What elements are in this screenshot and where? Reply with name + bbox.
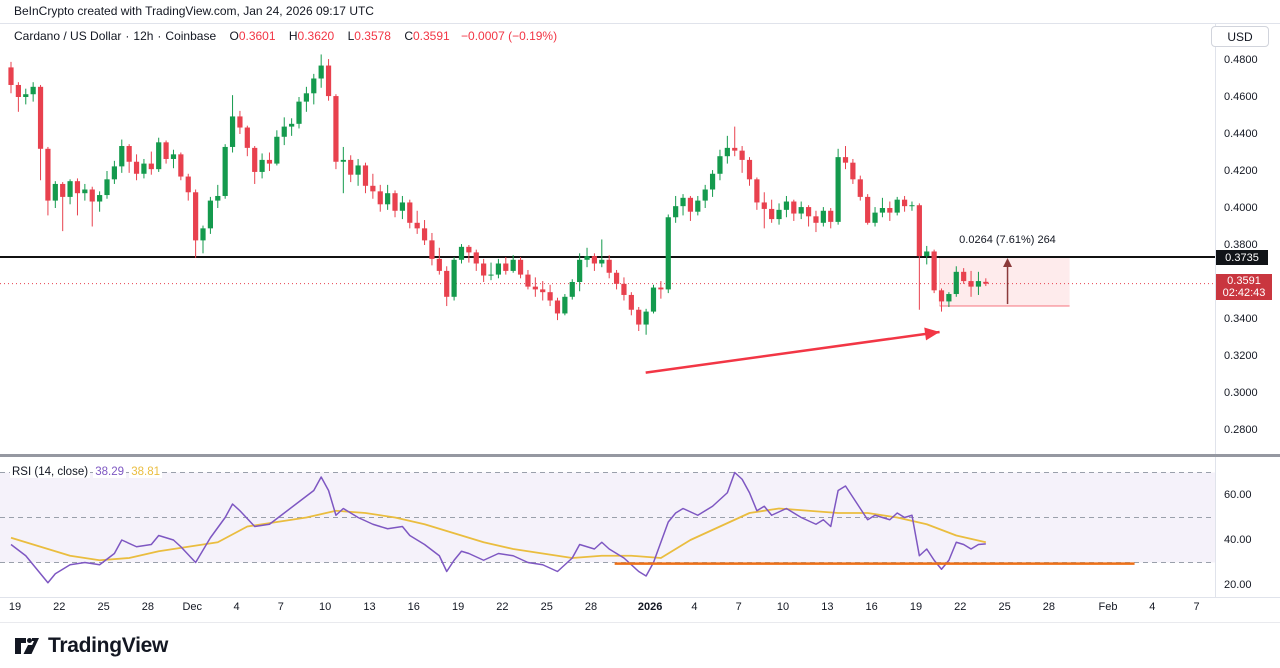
symbol-legend: Cardano / US Dollar · 12h · Coinbase O0.3601… [14, 29, 557, 43]
time-tick: 4 [691, 601, 697, 613]
price-tick: 0.4800 [1224, 54, 1258, 66]
tradingview-logo-icon [14, 635, 40, 657]
rsi-axis-tick: 40.00 [1224, 534, 1252, 546]
ohlc-open: O0.3601 [229, 29, 275, 43]
price-change: −0.0007 (−0.19%) [461, 29, 557, 43]
time-tick: 16 [866, 601, 878, 613]
tradingview-logo-link[interactable]: TradingView [14, 634, 168, 658]
time-tick: 7 [278, 601, 284, 613]
price-tick: 0.4600 [1224, 91, 1258, 103]
ohlc-close: C0.3591 [404, 29, 449, 43]
time-tick: 19 [452, 601, 464, 613]
time-tick: 7 [1194, 601, 1200, 613]
time-tick: 28 [142, 601, 154, 613]
resistance-price-label: 0.3735 [1216, 250, 1268, 265]
price-tick: 0.2800 [1224, 424, 1258, 436]
bar-countdown: 02:42:43 [1216, 287, 1272, 299]
price-tick: 0.4000 [1224, 202, 1258, 214]
ohlc-low: L0.3578 [348, 29, 391, 43]
time-tick: 7 [736, 601, 742, 613]
price-tick: 0.4400 [1224, 128, 1258, 140]
last-price-label: 0.3591 02:42:43 [1216, 274, 1272, 300]
price-tick: 0.3000 [1224, 387, 1258, 399]
rsi-value: 38.29 [93, 466, 126, 478]
symbol-title: Cardano / US Dollar [14, 29, 121, 43]
last-price-value: 0.3591 [1216, 275, 1272, 287]
price-tick: 0.3400 [1224, 313, 1258, 325]
price-axis[interactable]: 0.48000.46000.44000.42000.40000.38000.34… [1215, 23, 1280, 597]
time-tick: 10 [319, 601, 331, 613]
time-tick: 19 [9, 601, 21, 613]
rsi-legend: RSI (14, close) 38.29 38.81 [10, 466, 162, 478]
time-tick: 4 [233, 601, 239, 613]
attribution-text: BeInCrypto created with TradingView.com,… [14, 4, 374, 18]
rsi-title: RSI (14, close) [10, 466, 90, 478]
ohlc-high: H0.3620 [289, 29, 334, 43]
symbol-interval: 12h [133, 29, 153, 43]
time-tick: Feb [1098, 601, 1117, 613]
time-tick: 28 [585, 601, 597, 613]
time-tick: 2026 [638, 601, 662, 613]
time-tick: 22 [954, 601, 966, 613]
price-tick: 0.3200 [1224, 350, 1258, 362]
time-axis[interactable]: 19 22 25 28 Dec 4 7 10 13 16 19 22 25 28 2026 4 7 10 13 16 1… [0, 597, 1215, 620]
time-tick: 25 [998, 601, 1010, 613]
time-tick: 25 [97, 601, 109, 613]
time-tick: 28 [1043, 601, 1055, 613]
legend-separator: · [125, 29, 129, 43]
time-tick: Dec [182, 601, 202, 613]
time-tick: 22 [496, 601, 508, 613]
time-tick: 13 [363, 601, 375, 613]
legend-separator: · [157, 29, 161, 43]
tradingview-brand-text: TradingView [48, 634, 168, 658]
rsi-axis-tick: 20.00 [1224, 579, 1252, 591]
range-measure-label: 0.0264 (7.61%) 264 [935, 234, 1080, 246]
time-tick: 10 [777, 601, 789, 613]
footer-bar: TradingView [0, 622, 1280, 668]
time-tick: 25 [541, 601, 553, 613]
rsi-ma-value: 38.81 [129, 466, 162, 478]
time-tick: 4 [1149, 601, 1155, 613]
symbol-exchange: Coinbase [165, 29, 216, 43]
currency-toggle-button[interactable]: USD [1211, 26, 1269, 47]
time-tick: 16 [408, 601, 420, 613]
price-tick: 0.4200 [1224, 165, 1258, 177]
chart-canvas[interactable] [0, 0, 1280, 622]
time-tick: 22 [53, 601, 65, 613]
time-tick: 19 [910, 601, 922, 613]
time-tick: 13 [821, 601, 833, 613]
rsi-axis-tick: 60.00 [1224, 489, 1252, 501]
